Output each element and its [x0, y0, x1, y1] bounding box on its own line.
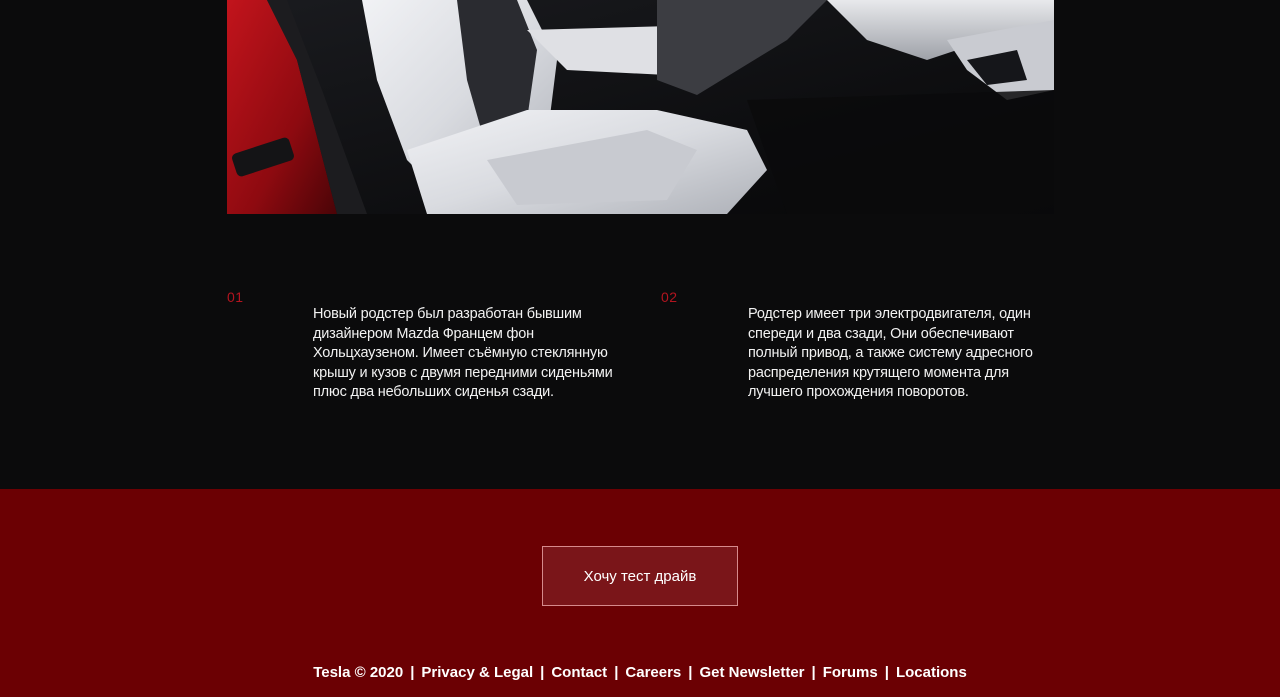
footer-separator: | — [688, 664, 693, 681]
footer-link-newsletter[interactable]: Get Newsletter — [699, 664, 804, 681]
feature-number: 02 — [661, 289, 678, 305]
feature-description: Новый родстер был разработан бывшим диза… — [313, 306, 613, 400]
footer-link-careers[interactable]: Careers — [625, 664, 681, 681]
test-drive-button-label: Хочу тест драйв — [583, 567, 697, 585]
cta-footer-section: Хочу тест драйв Tesla © 2020 | Privacy & L… — [0, 489, 1280, 697]
footer-separator: | — [410, 664, 415, 681]
footer-links: Tesla © 2020 | Privacy & Legal | Contact | Car… — [0, 664, 1280, 681]
features-section: 01 Новый родстер был разработан бывшим д… — [0, 214, 1280, 489]
footer-link-forums[interactable]: Forums — [823, 664, 878, 681]
car-interior-image — [227, 0, 1054, 214]
test-drive-button[interactable]: Хочу тест драйв — [542, 546, 738, 606]
footer-link-privacy[interactable]: Privacy & Legal — [421, 664, 533, 681]
page: 01 Новый родстер был разработан бывшим д… — [0, 0, 1280, 697]
footer-link-locations[interactable]: Locations — [896, 664, 967, 681]
footer-link-contact[interactable]: Contact — [551, 664, 607, 681]
footer-separator: | — [540, 664, 545, 681]
footer-separator: | — [884, 664, 889, 681]
footer-copyright: Tesla © 2020 — [313, 664, 404, 681]
feature-description: Родстер имеет три электродвигателя, один… — [748, 306, 1033, 400]
footer-separator: | — [614, 664, 619, 681]
footer-separator: | — [811, 664, 816, 681]
feature-number: 01 — [227, 289, 244, 305]
